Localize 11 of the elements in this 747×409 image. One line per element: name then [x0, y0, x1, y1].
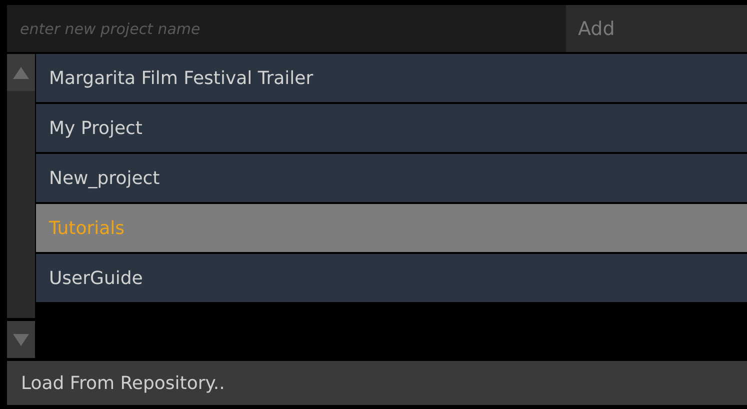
project-item[interactable]: My Project	[36, 104, 747, 152]
down-arrow-icon	[13, 334, 29, 346]
project-item[interactable]: UserGuide	[36, 254, 747, 302]
project-name-field[interactable]: enter new project name	[7, 5, 566, 52]
scroll-track[interactable]	[7, 54, 35, 318]
project-item[interactable]: Margarita Film Festival Trailer	[36, 54, 747, 102]
project-item[interactable]: New_project	[36, 154, 747, 202]
load-from-repository-button[interactable]: Load From Repository..	[7, 361, 747, 405]
scroll-up-button[interactable]	[7, 54, 35, 91]
up-arrow-icon	[13, 66, 29, 78]
scroll-down-button[interactable]	[7, 321, 35, 358]
